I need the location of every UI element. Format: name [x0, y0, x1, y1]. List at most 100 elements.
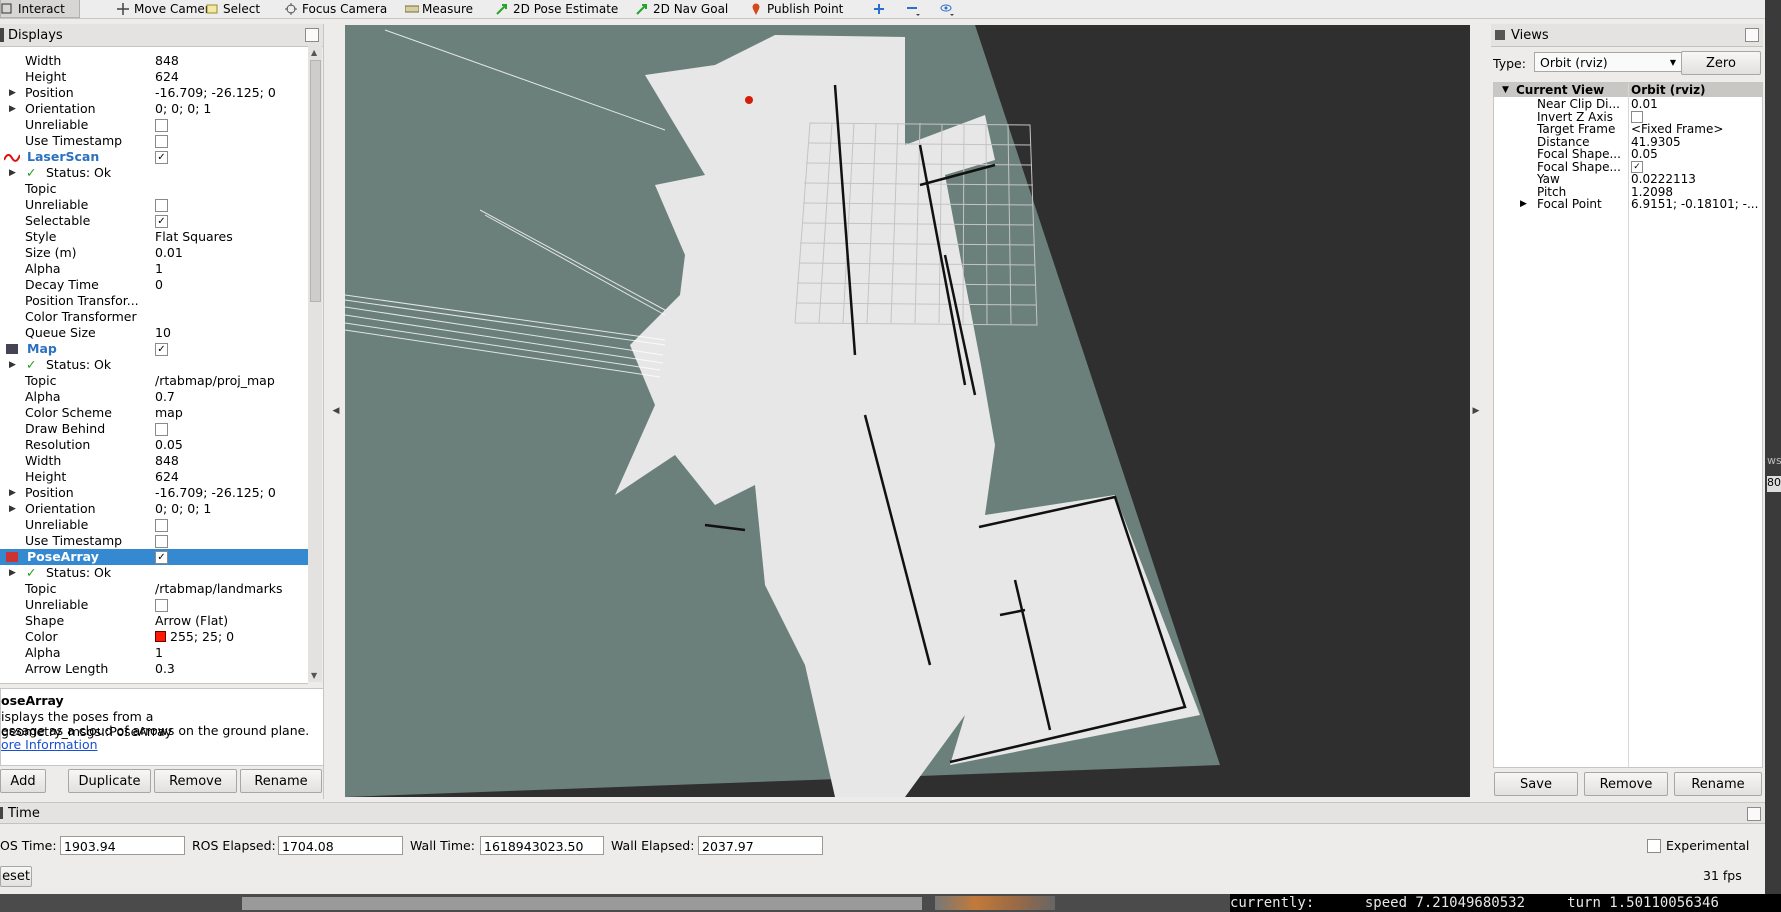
display-property-row[interactable]: Arrow Length 0.3 [0, 661, 308, 677]
expand-arrow-icon[interactable]: ▼ [1502, 83, 1509, 97]
expand-arrow-icon[interactable]: ▶ [1520, 197, 1527, 211]
ros-elapsed-field[interactable]: 1704.08 [278, 836, 403, 855]
displays-scrollbar[interactable]: ▲ ▼ [308, 46, 322, 682]
property-value[interactable]: 848 [155, 53, 179, 69]
view-type-select[interactable]: Orbit (rviz) ▼ [1534, 52, 1682, 72]
expand-arrow-icon[interactable]: ▶ [9, 101, 16, 117]
tool-select[interactable]: Select [206, 0, 260, 17]
display-property-row[interactable]: Position Transfor... [0, 293, 308, 309]
property-value[interactable]: /rtabmap/proj_map [155, 373, 275, 389]
display-property-row[interactable]: Queue Size 10 [0, 325, 308, 341]
display-property-row[interactable]: Alpha 0.7 [0, 389, 308, 405]
display-property-row[interactable]: Unreliable [0, 197, 308, 213]
property-checkbox[interactable] [155, 119, 168, 132]
save-view-button[interactable]: Save [1494, 772, 1578, 796]
property-value[interactable]: 0.3 [155, 661, 175, 677]
right-splitter[interactable]: ▶ [1470, 25, 1482, 797]
display-property-row[interactable]: Use Timestamp [0, 533, 308, 549]
display-property-row[interactable]: ▶ ✓ Status: Ok [0, 357, 308, 373]
property-value[interactable]: 10 [155, 325, 171, 341]
expand-arrow-icon[interactable]: ▶ [9, 357, 16, 373]
property-value[interactable]: Arrow (Flat) [155, 613, 228, 629]
tool-move-camera[interactable]: Move Camera [117, 0, 217, 17]
property-checkbox[interactable] [155, 519, 168, 532]
display-property-row[interactable]: Height 624 [0, 69, 308, 85]
remove-tool-button[interactable] [906, 0, 920, 17]
tool-focus-camera[interactable]: Focus Camera [285, 0, 387, 17]
display-property-row[interactable]: Color Transformer [0, 309, 308, 325]
view-property-value[interactable]: 6.9151; -0.18101; -... [1631, 197, 1758, 211]
property-value[interactable]: -16.709; -26.125; 0 [155, 85, 276, 101]
property-value[interactable]: 0; 0; 0; 1 [155, 101, 211, 117]
tool-interact[interactable]: Interact [0, 0, 80, 18]
display-property-row[interactable]: Width 848 [0, 53, 308, 69]
property-value[interactable]: 624 [155, 69, 179, 85]
add-display-button[interactable]: Add [0, 769, 46, 793]
property-value[interactable]: 1 [155, 645, 163, 661]
display-property-row[interactable]: Use Timestamp [0, 133, 308, 149]
rename-display-button[interactable]: Rename [240, 769, 322, 793]
property-value[interactable]: 0 [155, 277, 163, 293]
tool-publish-point[interactable]: Publish Point [750, 0, 843, 17]
display-property-row[interactable]: Height 624 [0, 469, 308, 485]
ros-time-field[interactable]: 1903.94 [60, 836, 185, 855]
view-property-checkbox[interactable] [1631, 110, 1643, 123]
expand-arrow-icon[interactable]: ▶ [9, 85, 16, 101]
view-property-row[interactable]: ▶ Focal Point 6.9151; -0.18101; -... [1494, 197, 1762, 211]
display-property-row[interactable]: Shape Arrow (Flat) [0, 613, 308, 629]
remove-display-button[interactable]: Remove [154, 769, 237, 793]
zero-button[interactable]: Zero [1681, 51, 1761, 75]
display-property-row[interactable]: Resolution 0.05 [0, 437, 308, 453]
property-value[interactable]: 0.01 [155, 245, 183, 261]
property-value[interactable]: 848 [155, 453, 179, 469]
display-property-row[interactable]: Alpha 1 [0, 261, 308, 277]
display-property-row[interactable]: Unreliable [0, 517, 308, 533]
property-value[interactable]: 0.7 [155, 389, 175, 405]
display-property-row[interactable]: Selectable ✓ [0, 213, 308, 229]
scrollbar-thumb[interactable] [310, 60, 321, 302]
property-checkbox[interactable] [155, 135, 168, 148]
expand-arrow-icon[interactable]: ▶ [9, 565, 16, 581]
display-property-row[interactable]: Decay Time 0 [0, 277, 308, 293]
property-checkbox[interactable]: ✓ [155, 343, 168, 356]
tool-2d-pose-estimate[interactable]: 2D Pose Estimate [496, 0, 618, 17]
property-value[interactable]: 1 [155, 261, 163, 277]
left-splitter[interactable]: ◀ [330, 25, 342, 797]
experimental-checkbox[interactable] [1647, 839, 1661, 853]
property-value[interactable]: /rtabmap/landmarks [155, 581, 283, 597]
duplicate-display-button[interactable]: Duplicate [68, 769, 151, 793]
property-checkbox[interactable] [155, 599, 168, 612]
rename-view-button[interactable]: Rename [1674, 772, 1762, 796]
display-property-row[interactable]: Topic/rtabmap/landmarks [0, 581, 308, 597]
collapse-left-icon[interactable]: ◀ [333, 406, 340, 416]
more-information-link[interactable]: ore Information [1, 737, 98, 752]
display-property-row[interactable]: ▶ Position -16.709; -26.125; 0 [0, 85, 308, 101]
property-checkbox[interactable]: ✓ [155, 151, 168, 164]
displays-float-button[interactable] [305, 28, 319, 42]
property-checkbox[interactable] [155, 199, 168, 212]
display-property-row[interactable]: Unreliable [0, 597, 308, 613]
display-property-row[interactable]: LaserScan ✓ [0, 149, 308, 165]
wall-elapsed-field[interactable]: 2037.97 [698, 836, 823, 855]
display-property-row[interactable]: PoseArray ✓ [0, 549, 308, 565]
display-property-row[interactable]: Unreliable [0, 117, 308, 133]
display-property-row[interactable]: ▶ ✓ Status: Ok [0, 165, 308, 181]
property-value[interactable]: 624 [155, 469, 179, 485]
view-menu-button[interactable] [940, 0, 954, 17]
reset-button[interactable]: eset [0, 866, 32, 887]
property-value[interactable]: -16.709; -26.125; 0 [155, 485, 276, 501]
display-property-row[interactable]: Style Flat Squares [0, 229, 308, 245]
display-property-row[interactable]: ▶ Orientation 0; 0; 0; 1 [0, 101, 308, 117]
scroll-down-icon[interactable]: ▼ [311, 671, 317, 680]
render-viewport[interactable] [345, 25, 1470, 797]
wall-time-field[interactable]: 1618943023.50 [480, 836, 604, 855]
display-property-row[interactable]: ▶ Orientation 0; 0; 0; 1 [0, 501, 308, 517]
display-property-row[interactable]: Alpha 1 [0, 645, 308, 661]
remove-view-button[interactable]: Remove [1584, 772, 1668, 796]
display-property-row[interactable]: Draw Behind [0, 421, 308, 437]
taskbar-scrollbar[interactable] [242, 897, 922, 910]
expand-arrow-icon[interactable]: ▶ [9, 165, 16, 181]
taskbar-thumbnail[interactable] [935, 896, 1055, 910]
property-value[interactable]: 0; 0; 0; 1 [155, 501, 211, 517]
display-property-row[interactable]: Color Scheme map [0, 405, 308, 421]
